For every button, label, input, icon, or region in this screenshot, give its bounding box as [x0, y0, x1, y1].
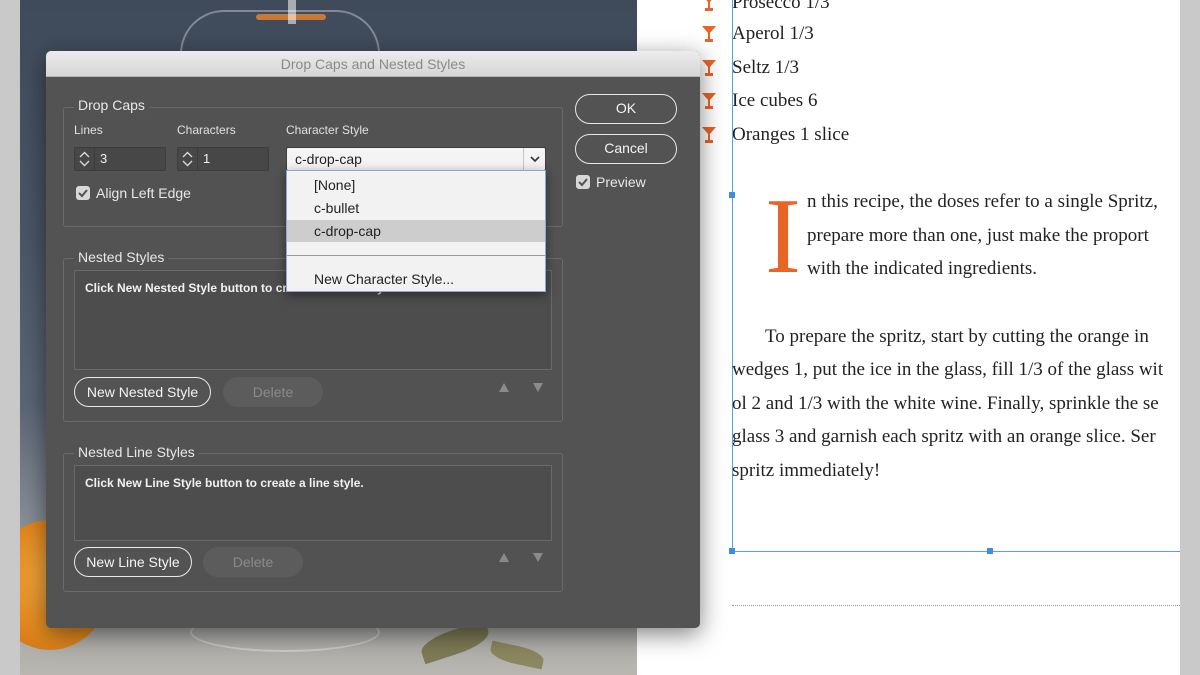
chevron-down-icon[interactable]	[523, 148, 545, 170]
lines-label: Lines	[74, 123, 103, 137]
ingredient-text: Prosecco 1/3	[732, 0, 830, 13]
move-up-icon[interactable]	[499, 553, 509, 562]
menu-separator	[287, 255, 545, 256]
paragraph-line: wedges 1, put the ice in the glass, fill…	[732, 359, 1164, 380]
lines-stepper[interactable]: 3	[74, 147, 166, 171]
paragraph-line: ol 2 and 1/3 with the white wine. Finall…	[732, 393, 1159, 414]
stepper-arrows-icon[interactable]	[75, 148, 95, 170]
align-left-edge-label: Align Left Edge	[96, 185, 191, 201]
ingredient-item: Oranges 1 slice	[702, 124, 850, 146]
paragraph-line: glass 3 and garnish each spritz with an …	[732, 426, 1156, 447]
character-style-value: c-drop-cap	[295, 151, 362, 167]
characters-stepper[interactable]: 1	[177, 147, 269, 171]
characters-label: Characters	[177, 123, 236, 137]
ingredient-item: Aperol 1/3	[702, 23, 814, 45]
cocktail-bullet-icon	[705, 0, 713, 11]
leaf	[488, 640, 546, 670]
ingredient-text: Ice cubes 6	[732, 90, 818, 111]
delete-line-style-button[interactable]: Delete	[203, 547, 303, 577]
ingredient-item: Seltz 1/3	[702, 57, 800, 79]
document-page[interactable]: Prosecco 1/3 Aperol 1/3 Seltz 1/3 Ice cu…	[637, 0, 1180, 675]
paragraph-line: prepare more than one, just make the pro…	[807, 225, 1149, 246]
text-frame-edge	[732, 551, 1180, 552]
menu-item-none[interactable]: [None]	[287, 174, 545, 196]
checkbox-checked-icon[interactable]	[576, 175, 590, 189]
ingredient-text: Seltz 1/3	[732, 57, 800, 78]
paragraph-line: with the indicated ingredients.	[807, 258, 1038, 279]
stepper-arrows-icon[interactable]	[178, 148, 198, 170]
paragraph-line: n this recipe, the doses refer to a sing…	[807, 191, 1158, 212]
character-style-select[interactable]: c-drop-cap	[286, 147, 546, 171]
character-style-menu: [None] c-bullet c-drop-cap New Character…	[286, 170, 546, 292]
ingredient-text: Oranges 1 slice	[732, 124, 850, 145]
pasteboard-right	[1180, 0, 1200, 675]
ingredient-item: Prosecco 1/3	[705, 0, 830, 14]
preview-label: Preview	[596, 174, 646, 190]
nested-line-styles-list[interactable]: Click New Line Style button to create a …	[74, 465, 552, 541]
move-up-icon[interactable]	[499, 383, 509, 392]
cocktail-bullet-icon	[702, 60, 716, 76]
cocktail-bullet-icon	[702, 93, 716, 109]
delete-nested-style-button[interactable]: Delete	[223, 377, 323, 407]
drop-caps-dialog: Drop Caps and Nested Styles Drop Caps Li…	[46, 51, 700, 628]
cocktail-bullet-icon	[702, 127, 716, 143]
baseline-guide	[732, 605, 1180, 606]
frame-handle[interactable]	[729, 548, 735, 554]
characters-value[interactable]: 1	[198, 148, 210, 170]
paragraph-line: spritz immediately!	[732, 460, 881, 481]
move-down-icon[interactable]	[533, 383, 543, 392]
frame-handle[interactable]	[729, 192, 735, 198]
ok-button[interactable]: OK	[575, 94, 677, 124]
cancel-button[interactable]: Cancel	[575, 134, 677, 164]
ingredient-text: Aperol 1/3	[732, 23, 814, 44]
nested-styles-title: Nested Styles	[74, 249, 169, 265]
drop-caps-title: Drop Caps	[74, 97, 149, 113]
checkbox-checked-icon[interactable]	[76, 186, 90, 200]
menu-item-c-drop-cap[interactable]: c-drop-cap	[287, 220, 545, 242]
ingredient-item: Ice cubes 6	[702, 90, 818, 112]
preview-checkbox[interactable]: Preview	[576, 174, 646, 190]
new-line-style-button[interactable]: New Line Style	[74, 547, 192, 577]
frame-handle[interactable]	[987, 548, 993, 554]
pasteboard-left	[0, 0, 20, 675]
character-style-label: Character Style	[286, 123, 369, 137]
dialog-title[interactable]: Drop Caps and Nested Styles	[46, 51, 700, 77]
menu-item-new-character-style[interactable]: New Character Style...	[287, 268, 545, 290]
menu-item-c-bullet[interactable]: c-bullet	[287, 197, 545, 219]
new-nested-style-button[interactable]: New Nested Style	[74, 377, 211, 407]
move-down-icon[interactable]	[533, 553, 543, 562]
nested-line-styles-title: Nested Line Styles	[74, 444, 199, 460]
pour-stream	[288, 0, 296, 24]
cocktail-bullet-icon	[702, 26, 716, 42]
drop-cap-letter: I	[765, 177, 801, 296]
paragraph-line: To prepare the spritz, start by cutting …	[765, 326, 1149, 347]
align-left-edge-checkbox[interactable]: Align Left Edge	[76, 185, 191, 201]
lines-value[interactable]: 3	[95, 148, 107, 170]
